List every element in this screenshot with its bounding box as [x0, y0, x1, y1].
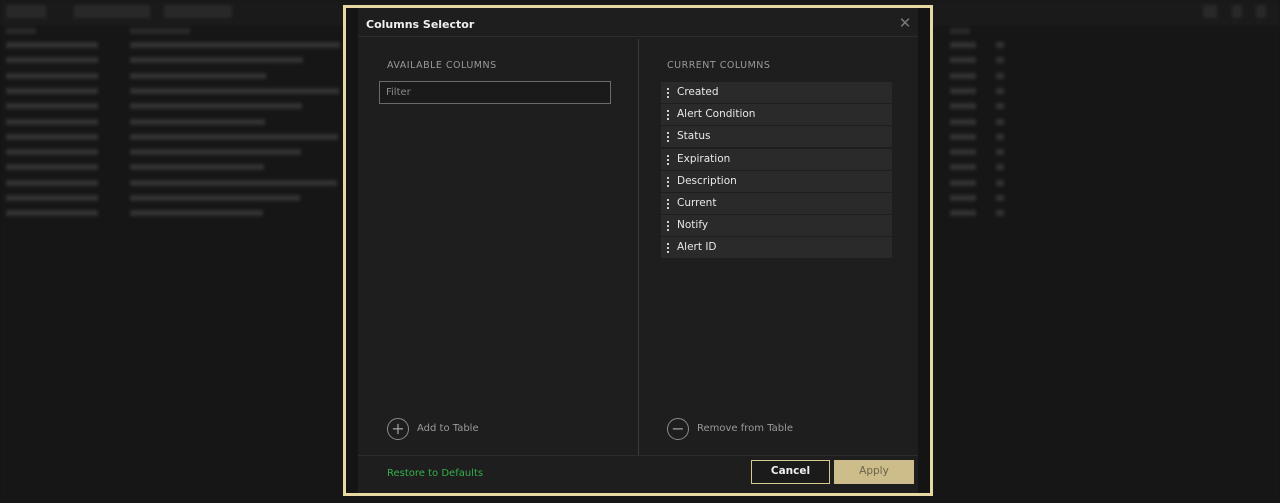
background-cell: [950, 28, 970, 34]
title-divider: [358, 36, 918, 37]
drag-handle-icon[interactable]: [667, 221, 669, 232]
background-cell: [130, 57, 303, 64]
cancel-button[interactable]: Cancel: [751, 460, 830, 484]
background-cell: [130, 72, 266, 79]
background-button: [164, 5, 232, 18]
current-columns-label: CURRENT COLUMNS: [667, 60, 771, 71]
filter-input[interactable]: [379, 81, 611, 104]
background-cell: [996, 210, 1004, 217]
column-item-label: Alert ID: [677, 241, 717, 254]
background-cell: [130, 149, 301, 156]
background-cell: [996, 57, 1004, 64]
background-cell: [6, 133, 98, 140]
column-item-label: Status: [677, 130, 711, 143]
background-cell: [950, 87, 976, 94]
add-to-table-label: Add to Table: [417, 423, 479, 434]
background-cell: [996, 179, 1004, 186]
background-button: [1256, 5, 1266, 18]
drag-handle-icon[interactable]: [667, 110, 669, 121]
drag-handle-icon[interactable]: [667, 132, 669, 143]
drag-handle-icon[interactable]: [667, 198, 669, 209]
drag-handle-icon[interactable]: [667, 88, 669, 98]
background-cell: [950, 57, 976, 64]
background-cell: [950, 42, 976, 48]
background-cell: [996, 42, 1004, 48]
background-cell: [6, 149, 98, 156]
dialog-title: Columns Selector: [366, 18, 475, 31]
background-cell: [950, 72, 976, 79]
apply-button[interactable]: Apply: [834, 460, 914, 484]
background-cell: [6, 210, 98, 217]
background-cell: [130, 133, 338, 140]
background-cell: [130, 210, 263, 217]
background-cell: [130, 179, 337, 186]
current-columns-list: Created Alert Condition Status Expiratio…: [661, 82, 892, 260]
column-item-alert-condition[interactable]: Alert Condition: [661, 104, 892, 126]
background-cell: [6, 103, 98, 110]
background-button: [74, 5, 150, 18]
minus-circle-icon: −: [667, 418, 689, 440]
column-item-label: Created: [677, 86, 719, 98]
drag-handle-icon[interactable]: [667, 176, 669, 187]
plus-circle-icon: +: [387, 418, 409, 440]
column-item-alert-id[interactable]: Alert ID: [661, 237, 892, 259]
remove-from-table-label: Remove from Table: [697, 423, 794, 434]
background-cell: [6, 42, 98, 48]
column-item-label: Alert Condition: [677, 108, 756, 121]
column-item-current[interactable]: Current: [661, 192, 892, 214]
column-item-notify[interactable]: Notify: [661, 215, 892, 237]
background-cell: [6, 179, 98, 186]
background-cell: [996, 164, 1004, 171]
background-cell: [6, 72, 98, 79]
column-item-label: Current: [677, 196, 717, 209]
column-divider: [638, 39, 639, 455]
background-button: [1203, 5, 1217, 18]
background-cell: [950, 133, 976, 140]
background-button: [6, 5, 46, 18]
background-cell: [996, 133, 1004, 140]
column-item-expiration[interactable]: Expiration: [661, 148, 892, 170]
background-cell: [130, 42, 340, 48]
background-cell: [6, 195, 98, 201]
column-item-label: Description: [677, 174, 737, 187]
column-item-label: Expiration: [677, 152, 731, 165]
drag-handle-icon[interactable]: [667, 154, 669, 165]
column-item-created[interactable]: Created: [661, 82, 892, 103]
background-cell: [6, 87, 98, 94]
background-cell: [950, 103, 976, 110]
background-cell: [996, 195, 1004, 201]
background-cell: [950, 118, 976, 125]
background-cell: [6, 28, 36, 34]
background-cell: [130, 195, 300, 201]
background-cell: [6, 57, 98, 64]
background-cell: [130, 118, 265, 125]
background-cell: [130, 28, 190, 34]
column-item-description[interactable]: Description: [661, 170, 892, 192]
background-cell: [6, 164, 98, 171]
background-cell: [996, 87, 1004, 94]
background-cell: [6, 118, 98, 125]
background-cell: [950, 179, 976, 186]
background-cell: [996, 72, 1004, 79]
columns-selector-dialog: Columns Selector ✕ AVAILABLE COLUMNS + A…: [343, 5, 933, 496]
footer-divider: [358, 455, 918, 456]
available-columns-label: AVAILABLE COLUMNS: [387, 60, 497, 71]
background-cell: [130, 87, 339, 94]
close-icon[interactable]: ✕: [898, 16, 912, 31]
background-cell: [130, 103, 302, 110]
restore-defaults-link[interactable]: Restore to Defaults: [387, 468, 483, 479]
drag-handle-icon[interactable]: [667, 243, 669, 254]
column-item-label: Notify: [677, 219, 709, 232]
background-cell: [950, 149, 976, 156]
background-cell: [130, 164, 264, 171]
background-cell: [996, 103, 1004, 110]
dialog-body: Columns Selector ✕ AVAILABLE COLUMNS + A…: [358, 8, 918, 493]
background-cell: [950, 164, 976, 171]
background-cell: [950, 210, 976, 217]
column-item-status[interactable]: Status: [661, 126, 892, 148]
background-cell: [996, 118, 1004, 125]
background-button: [1232, 5, 1242, 18]
background-cell: [996, 149, 1004, 156]
background-cell: [950, 195, 976, 201]
